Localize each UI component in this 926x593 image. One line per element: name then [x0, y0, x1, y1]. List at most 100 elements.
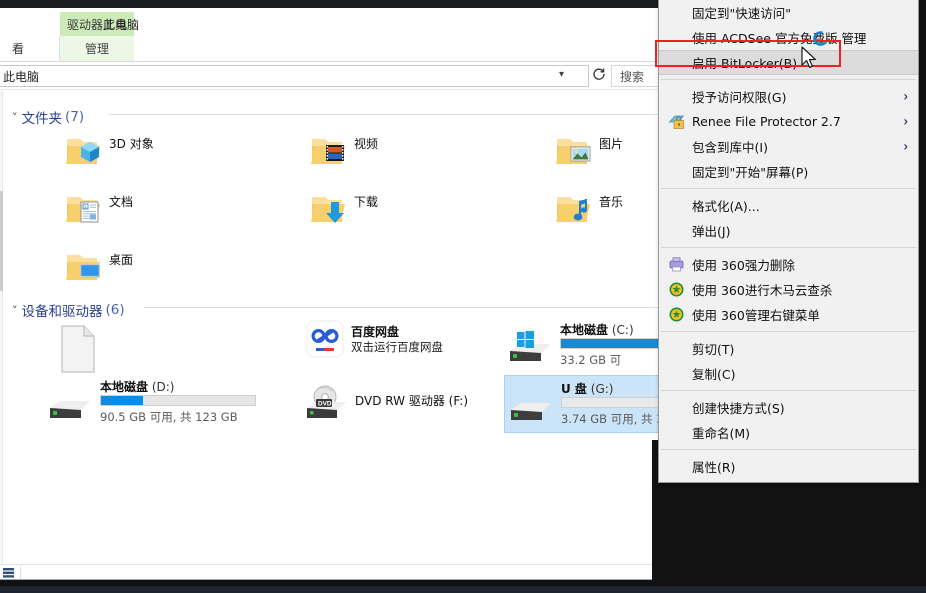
list-item-label: U 盘 (G:)	[561, 380, 613, 397]
group-count: (6)	[105, 302, 125, 318]
folder-downloads-icon	[304, 185, 350, 231]
context-menu: 固定到"快速访问" 使用 ACDSee 官方免费版 管理启用 BitLocker(…	[658, 0, 919, 483]
menu-item[interactable]: 使用 ACDSee 官方免费版 管理	[659, 25, 918, 50]
drive-letter: (D:)	[151, 380, 175, 394]
navigation-pane[interactable]	[0, 91, 3, 564]
menu-item[interactable]: 重命名(M)	[659, 420, 918, 445]
menu-separator	[661, 79, 916, 80]
menu-item-label: 授予访问权限(G)	[692, 90, 787, 105]
group-count: (7)	[65, 109, 85, 125]
menu-item[interactable]: Renee File Protector 2.7 ›	[659, 109, 918, 134]
address-bar[interactable]: 此电脑 ▾	[0, 65, 589, 87]
menu-item[interactable]: 使用 360进行木马云查杀	[659, 277, 918, 302]
list-item-label: 桌面	[109, 253, 134, 267]
folder-documents-icon: A	[59, 185, 105, 231]
list-item[interactable]: DVD DVD RW 驱动器 (F:)	[299, 378, 514, 428]
taskbar	[0, 586, 926, 593]
navigation-scrollbar[interactable]	[0, 191, 3, 291]
list-item-label: 3D 对象	[109, 137, 154, 151]
list-item[interactable]: 3D 对象	[59, 127, 304, 175]
windows-drive-icon	[504, 329, 556, 363]
menu-item[interactable]: 创建快捷方式(S)	[659, 395, 918, 420]
chevron-down-icon[interactable]: ˅	[12, 111, 18, 124]
chevron-right-icon[interactable]: ›	[903, 113, 908, 129]
menu-item[interactable]: 固定到"开始"屏幕(P)	[659, 159, 918, 184]
list-item[interactable]: 视频	[304, 127, 549, 175]
chevron-right-icon[interactable]: ›	[903, 88, 908, 104]
drive-capacity-text: 33.2 GB 可	[560, 353, 622, 367]
menu-separator	[661, 247, 916, 248]
list-item-label: 本地磁盘 (D:)	[100, 378, 175, 395]
capacity-bar	[100, 395, 256, 406]
drive-letter: (C:)	[611, 323, 634, 337]
chevron-down-icon[interactable]: ▾	[559, 69, 564, 80]
list-item[interactable]: 下载	[304, 185, 549, 233]
list-item[interactable]: A 文档	[59, 185, 304, 233]
menu-item[interactable]: 属性(R)	[659, 454, 918, 479]
list-item[interactable]	[44, 319, 259, 379]
blank-document-icon	[58, 324, 98, 374]
menu-item-label: 重命名(M)	[692, 426, 751, 441]
list-item-label: 本地磁盘 (C:)	[560, 321, 634, 338]
menu-item[interactable]: 剪切(T)	[659, 336, 918, 361]
capacity-bar-fill	[101, 396, 143, 405]
drive-letter: (G:)	[590, 382, 614, 396]
menu-item-label: 包含到库中(I)	[692, 140, 768, 155]
list-item[interactable]: 本地磁盘 (D:) 90.5 GB 可用, 共 123 GB	[44, 378, 259, 428]
hdd-icon	[44, 390, 96, 424]
menu-item[interactable]: 授予访问权限(G) ›	[659, 84, 918, 109]
menu-item[interactable]: 启用 BitLocker(B)	[659, 50, 918, 75]
drive-name: 本地磁盘	[560, 323, 609, 337]
drive-capacity-text: 90.5 GB 可用, 共 123 GB	[100, 410, 238, 424]
menu-separator	[661, 331, 916, 332]
group-title: 设备和驱动器	[21, 304, 103, 320]
menu-item-label: 使用 360管理右键菜单	[692, 308, 820, 323]
menu-separator	[661, 188, 916, 189]
folder-music-icon	[549, 185, 595, 231]
menu-item-label: 复制(C)	[692, 367, 736, 382]
folder-3d-objects-icon	[59, 127, 105, 173]
tab-this-pc[interactable]: 此电脑	[103, 14, 139, 34]
list-item-label: 百度网盘	[351, 325, 400, 339]
search-placeholder: 搜索	[620, 69, 645, 84]
list-item[interactable]: 桌面	[59, 243, 304, 291]
menu-item-label: 创建快捷方式(S)	[692, 401, 785, 416]
menu-item[interactable]: 使用 360管理右键菜单	[659, 302, 918, 327]
list-item-label: 视频	[354, 137, 379, 151]
renee-file-protector-icon	[668, 113, 685, 130]
360-shredder-icon	[668, 256, 685, 273]
group-header-folders[interactable]: ˅ 文件夹 (7)	[12, 107, 84, 127]
list-item-label: 下载	[354, 195, 379, 209]
refresh-icon[interactable]	[591, 67, 607, 83]
menu-item-label: 属性(R)	[692, 460, 736, 475]
menu-item-label: 固定到"开始"屏幕(P)	[692, 165, 809, 180]
usb-drive-icon	[505, 392, 557, 426]
menu-item[interactable]: 包含到库中(I) ›	[659, 134, 918, 159]
menu-item-label: 格式化(A)...	[692, 199, 760, 214]
mouse-cursor	[801, 46, 819, 72]
chevron-down-icon[interactable]: ˅	[12, 304, 18, 317]
group-header-devices[interactable]: ˅ 设备和驱动器 (6)	[12, 300, 125, 320]
menu-item-label: 使用 360强力删除	[692, 258, 795, 273]
menu-item[interactable]: 固定到"快速访问"	[659, 0, 918, 25]
menu-item[interactable]: 使用 360强力删除	[659, 252, 918, 277]
tab-manage[interactable]: 管理	[60, 36, 134, 61]
list-item-label: 文档	[109, 195, 134, 209]
tab-view[interactable]: 看	[0, 36, 24, 61]
folder-desktop-icon	[59, 243, 105, 289]
baidu-netdisk-icon	[305, 319, 345, 359]
svg-text:DVD: DVD	[318, 400, 332, 407]
menu-item[interactable]: 复制(C)	[659, 361, 918, 386]
items-count-icon	[2, 566, 16, 580]
menu-item[interactable]: 弹出(J)	[659, 218, 918, 243]
menu-item-label: Renee File Protector 2.7	[692, 114, 841, 129]
chevron-right-icon[interactable]: ›	[903, 138, 908, 154]
menu-item-label: 剪切(T)	[692, 342, 735, 357]
menu-separator	[661, 390, 916, 391]
address-bar-text: 此电脑	[3, 69, 40, 84]
360-scan-icon	[668, 281, 685, 298]
menu-item[interactable]: 格式化(A)...	[659, 193, 918, 218]
menu-item-label: 使用 ACDSee 官方免费版 管理	[692, 31, 867, 46]
list-item[interactable]: 百度网盘 双击运行百度网盘	[299, 319, 514, 371]
list-item-label: DVD RW 驱动器 (F:)	[355, 394, 469, 408]
